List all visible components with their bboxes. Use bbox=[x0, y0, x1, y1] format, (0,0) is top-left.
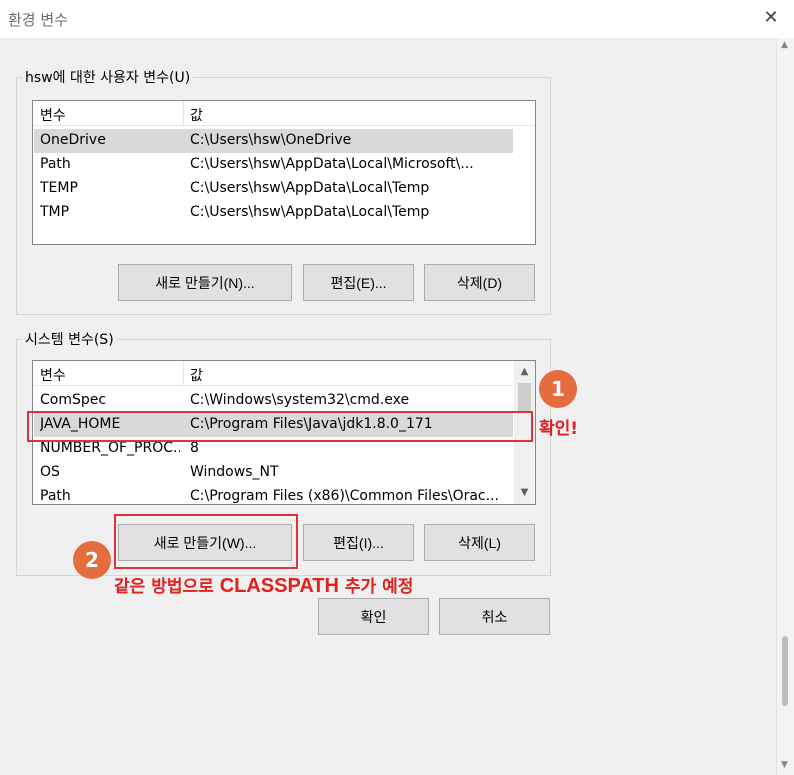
variable-value: C:\Windows\system32\cmd.exe bbox=[190, 392, 410, 408]
new-button-highlight-box bbox=[114, 514, 298, 569]
step-2-note-suffix: 추가 예정 bbox=[338, 577, 414, 597]
table-row[interactable]: ComSpec C:\Windows\system32\cmd.exe bbox=[34, 389, 513, 413]
cancel-button[interactable]: 취소 bbox=[439, 598, 550, 635]
user-variables-list[interactable]: 변수 값 OneDrive C:\Users\hsw\OneDrive Path… bbox=[32, 100, 536, 245]
variable-value: 8 bbox=[190, 440, 199, 456]
table-row[interactable]: TMP C:\Users\hsw\AppData\Local\Temp bbox=[34, 201, 513, 225]
variable-value: C:\Users\hsw\OneDrive bbox=[190, 132, 352, 148]
scroll-up-icon[interactable]: ▲ bbox=[516, 363, 533, 380]
variable-name: Path bbox=[40, 488, 71, 504]
window-title: 환경 변수 bbox=[8, 11, 68, 29]
variable-name: NUMBER_OF_PROC... bbox=[40, 440, 180, 456]
user-delete-button[interactable]: 삭제(D) bbox=[424, 264, 535, 301]
column-header-value[interactable]: 값 bbox=[190, 365, 203, 385]
user-edit-button[interactable]: 편집(E)... bbox=[303, 264, 414, 301]
system-edit-button[interactable]: 편집(I)... bbox=[303, 524, 414, 561]
variable-name: OS bbox=[40, 464, 60, 480]
user-new-button[interactable]: 새로 만들기(N)... bbox=[118, 264, 292, 301]
variable-name: Path bbox=[40, 156, 71, 172]
java-home-highlight-box bbox=[27, 411, 533, 442]
scrollbar-thumb[interactable] bbox=[518, 383, 531, 411]
step-2-badge: 2 bbox=[73, 541, 111, 579]
variable-value: C:\Users\hsw\AppData\Local\Temp bbox=[190, 180, 430, 196]
column-header-name[interactable]: 변수 bbox=[40, 105, 66, 125]
scrollbar-thumb[interactable] bbox=[782, 636, 788, 706]
variable-name: TEMP bbox=[40, 180, 78, 196]
user-variables-label: hsw에 대한 사용자 변수(U) bbox=[22, 67, 194, 87]
variable-value: C:\Program Files (x86)\Common Files\Orac… bbox=[190, 488, 499, 504]
table-row[interactable]: OS Windows_NT bbox=[34, 461, 513, 485]
variable-value: C:\Users\hsw\AppData\Local\Temp bbox=[190, 204, 430, 220]
variable-name: ComSpec bbox=[40, 392, 107, 408]
step-1-note: 확인! bbox=[539, 419, 579, 439]
column-header-name[interactable]: 변수 bbox=[40, 365, 66, 385]
list-header: 변수 값 bbox=[33, 101, 535, 126]
list-header: 변수 값 bbox=[33, 361, 535, 386]
table-row[interactable]: OneDrive C:\Users\hsw\OneDrive bbox=[34, 129, 513, 153]
step-2-note: 같은 방법으로 CLASSPATH 추가 예정 bbox=[114, 572, 413, 598]
variable-name: OneDrive bbox=[40, 132, 106, 148]
title-bar: 환경 변수 ✕ bbox=[0, 0, 794, 38]
table-row[interactable]: Path C:\Program Files (x86)\Common Files… bbox=[34, 485, 513, 504]
variable-value: Windows_NT bbox=[190, 464, 279, 480]
table-row[interactable]: TEMP C:\Users\hsw\AppData\Local\Temp bbox=[34, 177, 513, 201]
variable-value: C:\Users\hsw\AppData\Local\Microsoft\... bbox=[190, 156, 474, 172]
variable-name: TMP bbox=[40, 204, 70, 220]
close-icon[interactable]: ✕ bbox=[760, 7, 782, 29]
step-2-note-prefix: 같은 방법으로 bbox=[114, 577, 220, 597]
system-variables-label: 시스템 변수(S) bbox=[22, 329, 117, 349]
system-delete-button[interactable]: 삭제(L) bbox=[424, 524, 535, 561]
table-row[interactable]: Path C:\Users\hsw\AppData\Local\Microsof… bbox=[34, 153, 513, 177]
column-header-value[interactable]: 값 bbox=[190, 105, 203, 125]
ok-button[interactable]: 확인 bbox=[318, 598, 429, 635]
window-scrollbar[interactable]: ▲ ▼ bbox=[776, 38, 794, 775]
scroll-up-icon[interactable]: ▲ bbox=[781, 40, 788, 50]
step-2-note-classpath: CLASSPATH bbox=[219, 575, 339, 597]
step-1-badge: 1 bbox=[539, 370, 577, 408]
scroll-down-icon[interactable]: ▼ bbox=[516, 484, 533, 501]
scroll-down-icon[interactable]: ▼ bbox=[781, 760, 788, 770]
